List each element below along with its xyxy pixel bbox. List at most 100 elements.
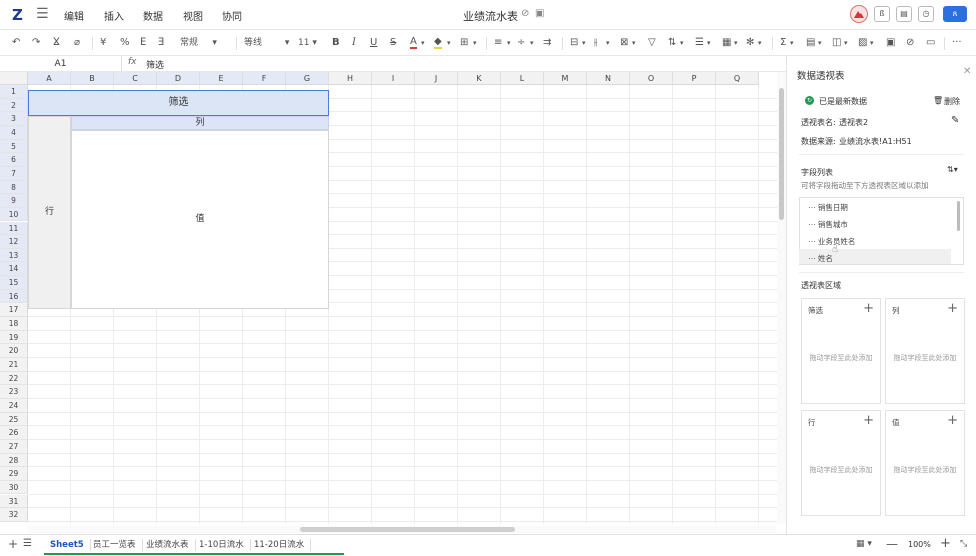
freeze-icon[interactable]: ⊠ <box>620 36 628 50</box>
row-header[interactable]: 16 <box>0 289 28 304</box>
row-header[interactable]: 14 <box>0 262 28 277</box>
insert-column-icon[interactable]: ⫲ <box>594 36 597 50</box>
edit-pencil-icon[interactable]: ✎ <box>951 115 959 126</box>
currency-icon[interactable]: ¥ <box>100 36 106 50</box>
comment-icon[interactable]: ▤ <box>896 6 912 22</box>
row-header[interactable]: 23 <box>0 385 28 399</box>
freeze-dropdown-icon[interactable]: ▾ <box>632 36 636 50</box>
menu-collab[interactable]: 协同 <box>222 8 242 23</box>
font-family-select[interactable]: 等线 ▾ <box>244 36 289 50</box>
zone-value[interactable]: 值 + 拖动字段至此处添加 <box>885 410 965 516</box>
column-header[interactable]: G <box>286 72 329 85</box>
zoom-out-icon[interactable]: — <box>886 537 898 551</box>
row-header[interactable]: 31 <box>0 494 28 509</box>
column-header[interactable]: P <box>673 72 716 85</box>
link-icon[interactable]: ⊘ <box>906 36 914 50</box>
redo-icon[interactable]: ↷ <box>32 36 40 50</box>
row-header[interactable]: 2 <box>0 98 28 113</box>
row-header[interactable]: 25 <box>0 412 28 427</box>
menu-view[interactable]: 视图 <box>183 8 203 23</box>
close-icon[interactable]: ✕ <box>963 66 971 77</box>
user-avatar[interactable] <box>850 5 868 23</box>
bold-icon[interactable]: B <box>332 36 340 50</box>
zoom-level[interactable]: 100% <box>908 540 931 549</box>
undo-icon[interactable]: ↶ <box>12 36 20 50</box>
add-column-icon[interactable]: + <box>947 301 958 316</box>
strikethrough-icon[interactable]: S <box>390 36 396 50</box>
row-header[interactable]: 15 <box>0 276 28 290</box>
delete-pivot-button[interactable]: 删除 <box>944 96 960 107</box>
vertical-scroll-thumb[interactable] <box>779 88 784 220</box>
conditional-format-icon[interactable]: ☰ <box>695 36 704 50</box>
wrap-text-icon[interactable]: ⇉ <box>543 36 551 50</box>
row-header[interactable]: 9 <box>0 194 28 208</box>
zone-row[interactable]: 行 + 拖动字段至此处添加 <box>801 410 881 516</box>
select-all-corner[interactable] <box>0 72 28 85</box>
column-header[interactable]: H <box>329 72 372 85</box>
sheet-list-icon[interactable]: ☰ <box>23 538 32 549</box>
column-header[interactable]: J <box>415 72 458 85</box>
sheet-tab-employees[interactable]: 员工一览表 <box>87 539 143 551</box>
column-header[interactable]: F <box>243 72 286 85</box>
settings-gear-icon[interactable]: ✻ <box>746 36 754 50</box>
format-painter-icon[interactable]: ⴴ <box>53 36 60 50</box>
horizontal-scroll-thumb[interactable] <box>300 527 515 532</box>
decimal-decrease-icon[interactable]: ⴺ <box>158 36 164 50</box>
column-header[interactable]: M <box>544 72 587 85</box>
row-header[interactable]: 8 <box>0 180 28 195</box>
border-icon[interactable]: ⊞ <box>460 36 468 50</box>
sum-dropdown-icon[interactable]: ▾ <box>790 36 794 50</box>
merge-cells-icon[interactable]: ⊟ <box>570 36 578 50</box>
sort-az-icon[interactable]: ⇅▾ <box>947 165 958 174</box>
column-header[interactable]: K <box>458 72 501 85</box>
percent-icon[interactable]: % <box>120 36 130 50</box>
pivot-table-icon[interactable]: ▤ <box>806 36 815 50</box>
note-icon[interactable]: ▭ <box>926 36 935 50</box>
column-header[interactable]: O <box>630 72 673 85</box>
add-row-icon[interactable]: + <box>863 413 874 428</box>
zone-filter[interactable]: 筛选 + 拖动字段至此处添加 <box>801 298 881 404</box>
pivot-value-area[interactable]: 值 <box>71 130 329 309</box>
sort-icon[interactable]: ⇅ <box>668 36 676 50</box>
pivot-column-area[interactable]: 列 <box>71 116 329 130</box>
column-header[interactable]: N <box>587 72 630 85</box>
zone-column[interactable]: 列 + 拖动字段至此处添加 <box>885 298 965 404</box>
row-header[interactable]: 11 <box>0 221 28 236</box>
view-mode-icon[interactable]: ▦ ▾ <box>856 539 872 549</box>
pivot-row-area[interactable]: 行 <box>28 116 71 309</box>
row-header[interactable]: 30 <box>0 480 28 495</box>
history-clock-icon[interactable]: ◷ <box>918 6 934 22</box>
align-horizontal-icon[interactable]: ≡ <box>494 36 502 50</box>
row-header[interactable]: 13 <box>0 248 28 263</box>
field-item-sales-date[interactable]: ⋯ 销售日期 <box>808 202 848 213</box>
conditional-dropdown-icon[interactable]: ▾ <box>707 36 711 50</box>
align-vertical-dropdown-icon[interactable]: ▾ <box>530 36 534 50</box>
column-header[interactable]: I <box>372 72 415 85</box>
menu-insert[interactable]: 插入 <box>104 8 124 23</box>
fill-color-icon[interactable]: ◆ <box>434 36 442 49</box>
border-dropdown-icon[interactable]: ▾ <box>473 36 477 50</box>
data-source-value[interactable]: 业绩流水表!A1:H51 <box>839 136 912 147</box>
chart-icon[interactable]: ◫ <box>832 36 841 50</box>
sort-dropdown-icon[interactable]: ▾ <box>680 36 684 50</box>
column-header[interactable]: Q <box>716 72 759 85</box>
column-header[interactable]: E <box>200 72 243 85</box>
table-style-dropdown-icon[interactable]: ▾ <box>734 36 738 50</box>
row-header[interactable]: 26 <box>0 426 28 440</box>
menu-icon[interactable]: ☰ <box>36 6 49 22</box>
row-header[interactable]: 3 <box>0 112 28 126</box>
row-header[interactable]: 5 <box>0 139 28 154</box>
add-value-icon[interactable]: + <box>947 413 958 428</box>
pivot-filter-area[interactable]: 筛选 <box>28 90 329 116</box>
fullscreen-icon[interactable]: ⤡ <box>960 539 967 549</box>
fill-color-dropdown-icon[interactable]: ▾ <box>447 36 451 50</box>
row-header[interactable]: 28 <box>0 453 28 468</box>
column-header[interactable]: D <box>157 72 200 85</box>
sheet-tab-day1-10[interactable]: 1-10日流水 <box>193 539 251 551</box>
cell-reference-box[interactable]: A1 <box>0 56 122 72</box>
font-color-dropdown-icon[interactable]: ▾ <box>421 36 425 50</box>
table-style-icon[interactable]: ▦ <box>722 36 731 50</box>
clear-format-icon[interactable]: ⌀ <box>74 36 80 50</box>
pivot-dropdown-icon[interactable]: ▾ <box>818 36 822 50</box>
row-header[interactable]: 12 <box>0 235 28 249</box>
